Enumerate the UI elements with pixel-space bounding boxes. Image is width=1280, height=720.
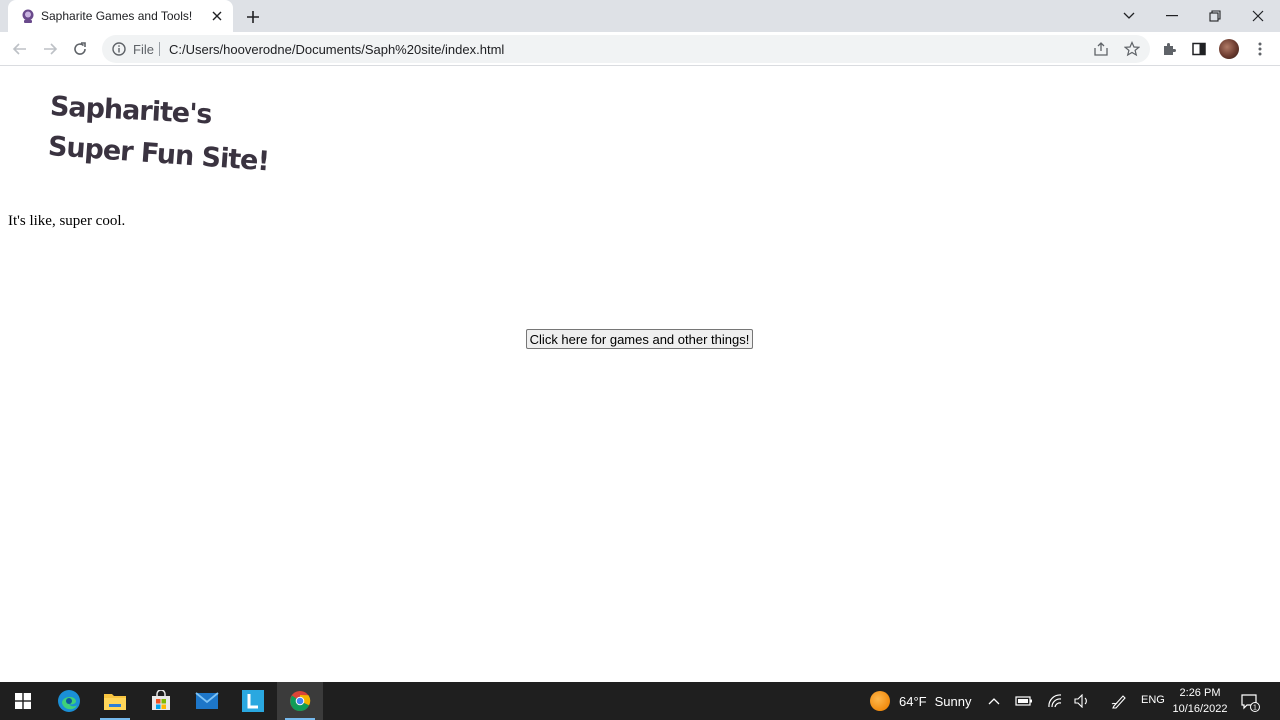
windows-taskbar: 64°F Sunny ENG 2:26 PM 10/16/2022 1	[0, 682, 1280, 720]
site-logo: Sapharite's Super Fun Site!	[47, 87, 270, 177]
clock-time: 2:26 PM	[1179, 687, 1221, 699]
pen-workspace-icon[interactable]	[1110, 692, 1128, 710]
reload-icon[interactable]	[68, 37, 92, 61]
logo-line-1: Sapharite's	[49, 91, 213, 131]
battery-icon[interactable]	[1015, 692, 1033, 710]
wifi-icon[interactable]	[1046, 692, 1064, 710]
browser-toolbar: File C:/Users/hooverodne/Documents/Saph%…	[0, 32, 1280, 66]
tab-strip: Sapharite Games and Tools!	[0, 0, 1280, 32]
weather-temperature: 64°F	[899, 693, 927, 709]
info-icon[interactable]	[111, 41, 127, 57]
l-app-icon[interactable]	[230, 682, 276, 720]
site-favicon-icon	[20, 8, 36, 24]
address-bar[interactable]: File C:/Users/hooverodne/Documents/Saph%…	[102, 35, 1150, 63]
windows-start-icon[interactable]	[0, 682, 46, 720]
input-language[interactable]: ENG	[1141, 694, 1165, 706]
forward-arrow-icon[interactable]	[38, 37, 62, 61]
new-tab-icon[interactable]	[242, 6, 264, 28]
tab-search-icon[interactable]	[1109, 0, 1149, 32]
notification-count: 1	[1253, 705, 1257, 712]
microsoft-store-icon[interactable]	[138, 682, 184, 720]
logo-line-2: Super Fun Site!	[46, 131, 270, 178]
url-text[interactable]: C:/Users/hooverodne/Documents/Saph%20sit…	[169, 42, 504, 57]
sun-icon	[870, 691, 890, 711]
file-explorer-icon[interactable]	[92, 682, 138, 720]
tab-title: Sapharite Games and Tools!	[41, 9, 193, 23]
bookmark-star-icon[interactable]	[1123, 40, 1141, 58]
system-clock[interactable]: 2:26 PM 10/16/2022	[1168, 685, 1232, 717]
back-arrow-icon[interactable]	[8, 37, 32, 61]
edge-browser-icon[interactable]	[46, 682, 92, 720]
chrome-browser-icon[interactable]	[277, 682, 323, 720]
weather-condition: Sunny	[934, 693, 972, 709]
side-panel-icon[interactable]	[1189, 39, 1209, 59]
url-scheme-label: File	[133, 42, 154, 57]
notification-center-icon[interactable]: 1	[1240, 692, 1260, 712]
page-content: Sapharite's Super Fun Site! It's like, s…	[0, 67, 1280, 682]
games-button[interactable]: Click here for games and other things!	[526, 329, 753, 349]
mail-icon[interactable]	[184, 682, 230, 720]
minimize-icon[interactable]	[1152, 0, 1192, 32]
extensions-puzzle-icon[interactable]	[1159, 39, 1179, 59]
browser-tab[interactable]: Sapharite Games and Tools!	[8, 0, 233, 32]
clock-date: 10/16/2022	[1172, 703, 1228, 715]
share-icon[interactable]	[1092, 40, 1110, 58]
close-tab-icon[interactable]	[209, 8, 225, 24]
omnibox-divider	[159, 42, 160, 56]
weather-widget[interactable]: 64°F Sunny	[870, 682, 971, 720]
show-hidden-icons-chevron-up-icon[interactable]	[985, 692, 1003, 710]
restore-icon[interactable]	[1195, 0, 1235, 32]
more-menu-icon[interactable]	[1250, 39, 1270, 59]
close-window-icon[interactable]	[1238, 0, 1278, 32]
volume-icon[interactable]	[1073, 692, 1091, 710]
profile-avatar[interactable]	[1219, 39, 1239, 59]
tagline: It's like, super cool.	[8, 213, 126, 229]
